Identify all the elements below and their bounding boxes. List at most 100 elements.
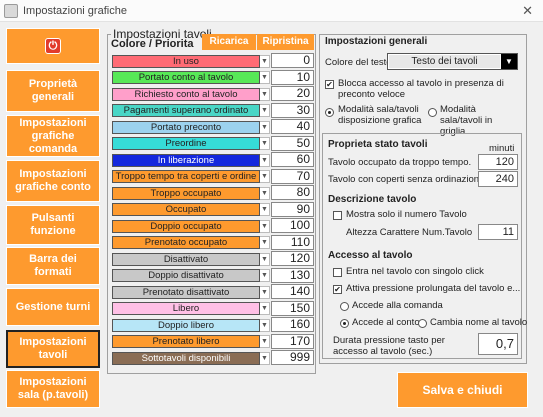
opt-comanda-radio[interactable] bbox=[340, 302, 349, 311]
status-color-swatch[interactable]: Sottotavoli disponibili bbox=[112, 351, 260, 365]
nav-grafiche-conto[interactable]: Impostazioni grafiche conto bbox=[6, 160, 100, 202]
color-picker-arrow-icon[interactable]: ▼ bbox=[260, 104, 270, 117]
nav-grafiche-comanda[interactable]: Impostazioni grafiche comanda bbox=[6, 115, 100, 157]
status-color-swatch[interactable]: Portato preconto bbox=[112, 120, 260, 134]
nav-impostazioni-sala[interactable]: Impostazioni sala (p.tavoli) bbox=[6, 370, 100, 408]
status-color-swatch[interactable]: Troppo tempo tra coperti e ordine bbox=[112, 170, 260, 183]
status-color-swatch[interactable]: Richiesto conto al tavolo bbox=[112, 87, 260, 101]
ricarica-button[interactable]: Ricarica bbox=[202, 34, 256, 50]
show-number-checkbox[interactable] bbox=[333, 211, 342, 220]
color-picker-arrow-icon[interactable]: ▼ bbox=[260, 351, 270, 365]
status-row: In uso ▼ bbox=[112, 54, 270, 68]
covers-minutes-field[interactable]: 240 bbox=[478, 171, 518, 187]
nav-proprieta-generali[interactable]: Proprietà generali bbox=[6, 70, 100, 112]
color-picker-arrow-icon[interactable]: ▼ bbox=[260, 252, 270, 266]
color-picker-arrow-icon[interactable]: ▼ bbox=[260, 269, 270, 282]
status-color-swatch[interactable]: Doppio libero bbox=[112, 318, 260, 332]
status-color-swatch[interactable]: Portato conto al tavolo bbox=[112, 71, 260, 84]
status-color-swatch[interactable]: Prenotato occupato bbox=[112, 236, 260, 249]
color-picker-arrow-icon[interactable]: ▼ bbox=[260, 186, 270, 200]
priority-field[interactable]: 40 bbox=[271, 119, 314, 134]
show-number-label: Mostra solo il numero Tavolo bbox=[346, 209, 467, 220]
color-picker-arrow-icon[interactable]: ▼ bbox=[260, 153, 270, 167]
block-access-checkbox[interactable]: ✔ bbox=[325, 80, 334, 89]
priority-field[interactable]: 120 bbox=[271, 251, 314, 266]
nav-impostazioni-tavoli[interactable]: Impostazioni tavoli bbox=[6, 330, 100, 368]
font-height-field[interactable]: 11 bbox=[478, 224, 518, 240]
status-row: Prenotato disattivato ▼ bbox=[112, 285, 270, 299]
status-color-swatch[interactable]: Doppio occupato bbox=[112, 219, 260, 233]
status-color-swatch[interactable]: In liberazione bbox=[112, 153, 260, 167]
priority-field[interactable]: 30 bbox=[271, 102, 314, 118]
status-row: Doppio libero ▼ bbox=[112, 318, 270, 332]
duration-label: Durata pressione tasto per accesso al ta… bbox=[333, 335, 445, 357]
status-color-swatch[interactable]: Occupato bbox=[112, 203, 260, 216]
save-close-button[interactable]: Salva e chiudi bbox=[397, 372, 528, 408]
color-picker-arrow-icon[interactable]: ▼ bbox=[260, 302, 270, 315]
status-row: Troppo occupato ▼ bbox=[112, 186, 270, 200]
priority-field[interactable]: 0 bbox=[271, 53, 314, 68]
color-picker-arrow-icon[interactable]: ▼ bbox=[260, 285, 270, 299]
priority-field[interactable]: 20 bbox=[271, 86, 314, 101]
color-picker-arrow-icon[interactable]: ▼ bbox=[260, 137, 270, 150]
ripristina-button[interactable]: Ripristina bbox=[257, 34, 314, 50]
status-color-swatch[interactable]: Preordine bbox=[112, 137, 260, 150]
text-color-select[interactable]: Testo dei tavoli ▼ bbox=[387, 53, 518, 70]
priority-field[interactable]: 90 bbox=[271, 201, 314, 217]
status-color-swatch[interactable]: Troppo occupato bbox=[112, 186, 260, 200]
occupied-minutes-field[interactable]: 120 bbox=[478, 154, 518, 170]
color-picker-arrow-icon[interactable]: ▼ bbox=[260, 203, 270, 216]
opt-conto-radio[interactable] bbox=[340, 319, 349, 328]
status-color-swatch[interactable]: Prenotato libero bbox=[112, 335, 260, 348]
color-picker-arrow-icon[interactable]: ▼ bbox=[260, 120, 270, 134]
status-color-swatch[interactable]: Pagamenti superano ordinato bbox=[112, 104, 260, 117]
color-picker-arrow-icon[interactable]: ▼ bbox=[260, 54, 270, 68]
color-picker-arrow-icon[interactable]: ▼ bbox=[260, 318, 270, 332]
font-height-label: Altezza Carattere Num.Tavolo bbox=[346, 227, 473, 238]
status-color-swatch[interactable]: Disattivato bbox=[112, 252, 260, 266]
priority-field[interactable]: 60 bbox=[271, 152, 314, 167]
opt-rename-radio[interactable] bbox=[418, 319, 427, 328]
priority-field[interactable]: 170 bbox=[271, 333, 314, 349]
single-click-checkbox[interactable] bbox=[333, 268, 342, 277]
nav-pulsanti-funzione[interactable]: Pulsanti funzione bbox=[6, 205, 100, 245]
color-picker-arrow-icon[interactable]: ▼ bbox=[260, 219, 270, 233]
mode-grid-radio[interactable] bbox=[428, 108, 437, 117]
status-color-swatch[interactable]: In uso bbox=[112, 54, 260, 68]
priority-field[interactable]: 70 bbox=[271, 168, 314, 184]
status-row: Prenotato occupato ▼ bbox=[112, 236, 270, 250]
color-picker-arrow-icon[interactable]: ▼ bbox=[260, 170, 270, 183]
priority-field[interactable]: 100 bbox=[271, 218, 314, 233]
close-icon[interactable]: ✕ bbox=[522, 3, 533, 19]
status-color-swatch[interactable]: Libero bbox=[112, 302, 260, 315]
status-color-swatch[interactable]: Prenotato disattivato bbox=[112, 285, 260, 299]
priority-field[interactable]: 10 bbox=[271, 69, 314, 85]
mode-graphic-label: Modalità sala/tavoli disposizione grafic… bbox=[338, 104, 422, 126]
nav-barra-formati[interactable]: Barra dei formati bbox=[6, 247, 100, 285]
single-click-label: Entra nel tavolo con singolo click bbox=[346, 266, 484, 277]
app-icon bbox=[4, 3, 18, 18]
priority-field[interactable]: 140 bbox=[271, 284, 314, 299]
priority-field[interactable]: 999 bbox=[271, 350, 314, 365]
power-button[interactable]: ⏻ bbox=[6, 28, 100, 64]
text-color-label: Colore del testo bbox=[325, 57, 392, 68]
long-press-checkbox[interactable]: ✔ bbox=[333, 285, 342, 294]
status-row: Doppio occupato ▼ bbox=[112, 219, 270, 233]
color-picker-arrow-icon[interactable]: ▼ bbox=[260, 87, 270, 101]
priority-field[interactable]: 50 bbox=[271, 135, 314, 151]
priority-field[interactable]: 110 bbox=[271, 234, 314, 250]
priority-field[interactable]: 130 bbox=[271, 267, 314, 283]
status-color-swatch[interactable]: Doppio disattivato bbox=[112, 269, 260, 282]
priority-field[interactable]: 150 bbox=[271, 300, 314, 316]
nav-gestione-turni[interactable]: Gestione turni bbox=[6, 288, 100, 326]
access-title: Accesso al tavolo bbox=[328, 250, 413, 261]
priority-field[interactable]: 80 bbox=[271, 185, 314, 200]
mode-graphic-radio[interactable] bbox=[325, 108, 334, 117]
status-row: Preordine ▼ bbox=[112, 137, 270, 151]
color-picker-arrow-icon[interactable]: ▼ bbox=[260, 236, 270, 249]
color-picker-arrow-icon[interactable]: ▼ bbox=[260, 71, 270, 84]
color-picker-arrow-icon[interactable]: ▼ bbox=[260, 335, 270, 348]
priority-field[interactable]: 160 bbox=[271, 317, 314, 332]
duration-field[interactable]: 0,7 bbox=[478, 333, 518, 355]
dropdown-arrow-icon: ▼ bbox=[501, 54, 517, 69]
